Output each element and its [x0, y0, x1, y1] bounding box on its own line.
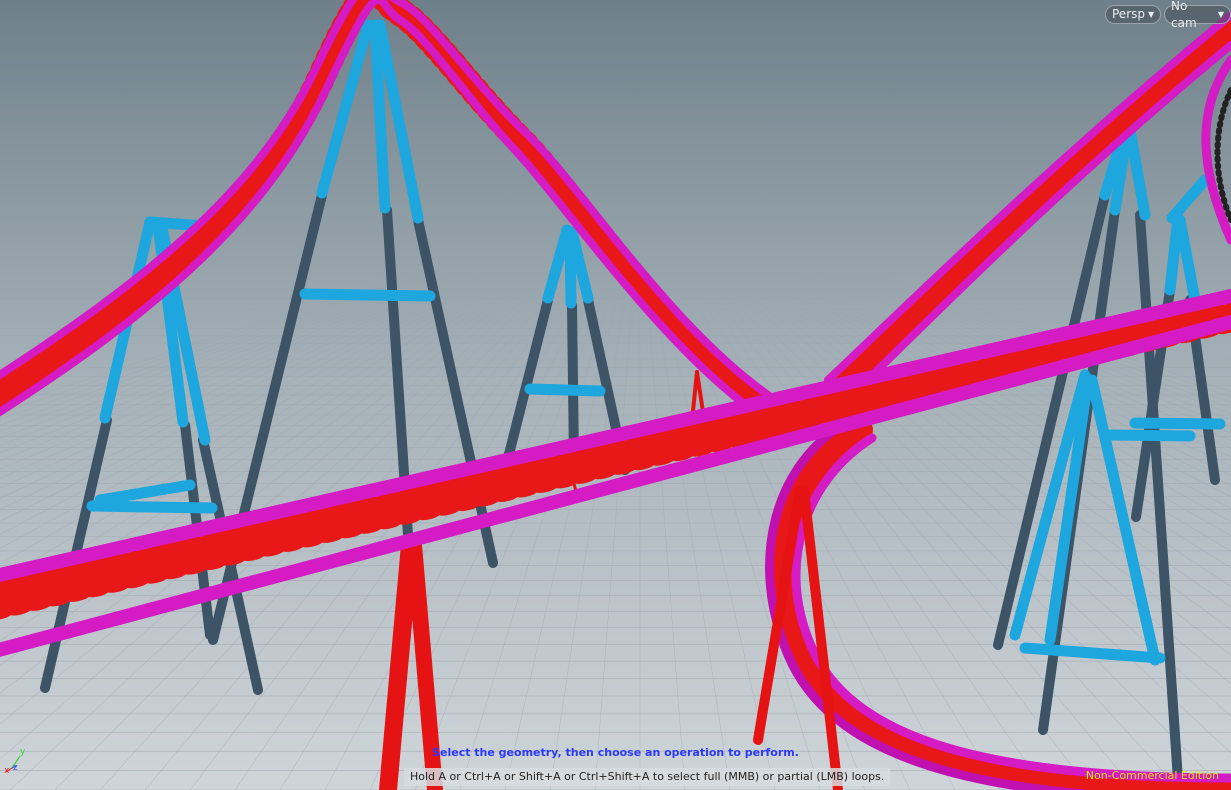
3d-viewport[interactable]: Persp ▼ No cam ▼ Select the geometry, th… [0, 0, 1231, 790]
axis-z-label: z [13, 763, 18, 773]
camera-view-menu[interactable]: Persp ▼ [1105, 5, 1162, 24]
edition-watermark: Non-Commercial Edition [1085, 769, 1219, 782]
chevron-down-icon: ▼ [1217, 10, 1224, 19]
operation-prompt: Select the geometry, then choose an oper… [432, 746, 799, 759]
chevron-down-icon: ▼ [1148, 10, 1155, 19]
axis-y-label: y [20, 747, 26, 757]
camera-select-label: No cam [1171, 0, 1197, 30]
scene-view[interactable] [0, 0, 1231, 790]
camera-select-menu[interactable]: No cam ▼ [1164, 0, 1231, 30]
camera-view-label: Persp [1112, 7, 1145, 21]
axis-gizmo-icon: y x z [4, 747, 26, 774]
axis-x-label: x [4, 766, 10, 774]
selection-hint: Hold A or Ctrl+A or Shift+A or Ctrl+Shif… [404, 768, 891, 786]
